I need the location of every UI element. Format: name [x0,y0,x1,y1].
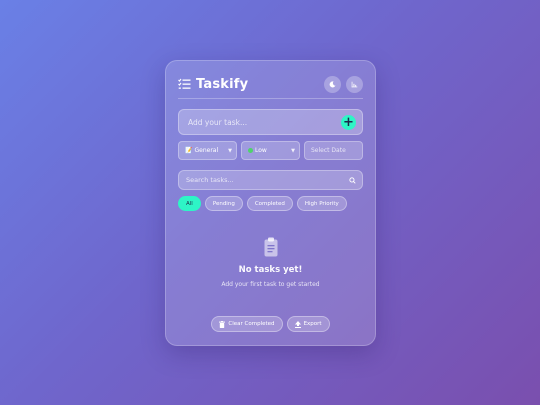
moon-icon [329,80,336,87]
task-app-card: Taskify Add your task... + 📝 General ▼ L… [165,60,376,346]
category-select[interactable]: 📝 General ▼ [178,141,237,160]
stats-button[interactable] [346,75,363,93]
footer-actions: Clear Completed Export [166,316,375,332]
trash-icon [219,320,226,328]
filter-pending[interactable]: Pending [204,196,243,211]
export-icon [294,320,301,328]
clear-completed-label: Clear Completed [228,321,275,327]
app-header: Taskify [178,73,363,95]
export-button[interactable]: Export [286,316,330,332]
empty-state: No tasks yet! Add your first task to get… [166,237,375,288]
date-placeholder: Select Date [311,147,346,154]
task-options: 📝 General ▼ Low ▼ Select Date [178,141,363,160]
task-input-placeholder: Add your task... [188,117,248,127]
task-input[interactable]: Add your task... + [178,109,363,135]
search-placeholder: Search tasks... [186,176,234,184]
filter-tabs: All Pending Completed High Priority [178,196,347,211]
memo-icon: 📝 [185,147,193,154]
brand: Taskify [178,77,248,92]
theme-toggle-button[interactable] [324,75,341,93]
priority-dot-icon [248,148,253,153]
app-title: Taskify [196,76,249,92]
clipboard-icon [264,237,278,257]
clear-completed-button[interactable]: Clear Completed [211,316,283,332]
filter-all[interactable]: All [178,196,201,211]
add-task-button[interactable]: + [341,115,356,130]
search-icon [349,176,356,184]
date-picker[interactable]: Select Date [304,141,363,160]
empty-subtitle: Add your first task to get started [221,281,320,288]
category-selected: General [194,147,219,154]
empty-title: No tasks yet! [238,265,303,275]
filter-completed[interactable]: Completed [246,196,293,211]
checklist-icon [178,78,191,90]
bar-chart-icon [351,81,358,87]
priority-selected: Low [255,147,267,154]
export-label: Export [303,321,322,327]
filter-high-priority[interactable]: High Priority [296,196,347,211]
header-divider [178,98,363,99]
chevron-down-icon: ▼ [228,147,232,154]
search-input[interactable]: Search tasks... [178,170,363,190]
priority-select[interactable]: Low ▼ [241,141,300,160]
chevron-down-icon: ▼ [291,147,295,154]
